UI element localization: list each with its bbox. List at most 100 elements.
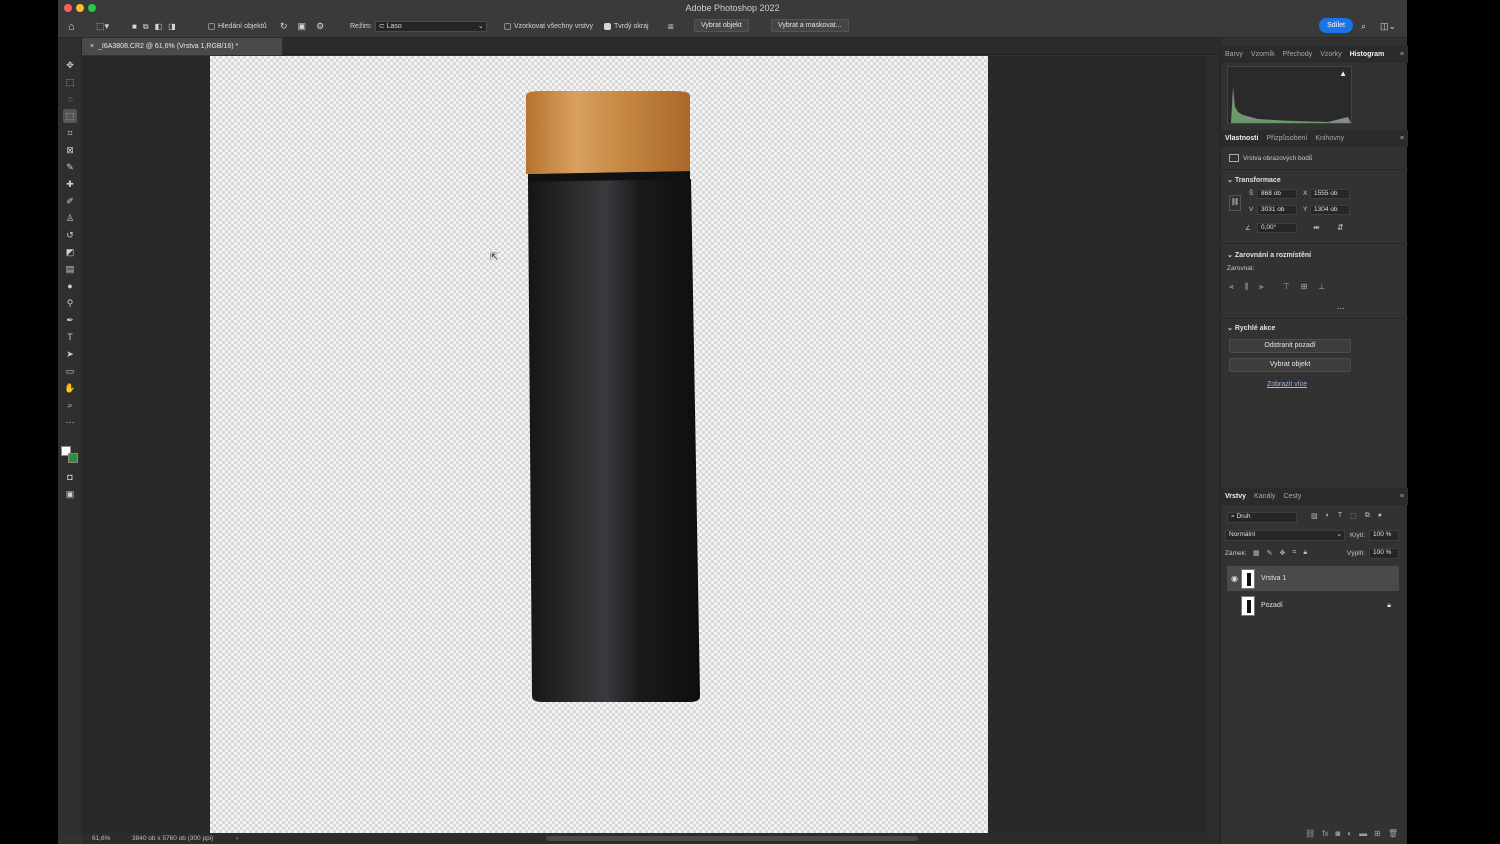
share-button[interactable]: Sdílet [1319,18,1353,33]
select-and-mask-button[interactable]: Vybrat a maskovat... [771,19,849,32]
trash-icon[interactable]: 🗑︎ [1388,829,1398,838]
width-field[interactable]: 868 ob [1257,189,1297,199]
eye-icon[interactable]: ◉ [1231,574,1238,583]
flip-vertical-icon[interactable]: ⇵ [1337,223,1344,232]
horizontal-scrollbar[interactable] [546,836,918,841]
lock-position-icon[interactable]: ✥ [1280,549,1286,557]
opacity-field[interactable]: 100 % [1369,530,1399,541]
transform-section-title[interactable]: ⌄ Transformace [1227,176,1281,184]
mode-select[interactable]: ⊂ Laso ⌄ [374,21,487,32]
layer-row[interactable]: ◉ Vrstva 1 [1227,566,1399,591]
lock-transparency-icon[interactable]: ▦ [1253,549,1260,557]
history-brush-tool-icon[interactable]: ↺ [63,228,77,242]
filter-smart-icon[interactable]: ⧉ [1365,512,1370,520]
adjustment-layer-icon[interactable]: ◐ [1347,829,1352,838]
pen-tool-icon[interactable]: ✒ [63,313,77,327]
layer-filter-select[interactable]: ⌕ Druh [1227,512,1297,523]
panel-menu-icon[interactable]: ≡ [1396,135,1408,142]
sample-all-toggle[interactable]: Vzorkovat všechny vrstvy [504,20,593,34]
home-icon[interactable]: ⌂ [68,20,75,34]
tab-vzornik[interactable]: Vzorník [1247,51,1279,58]
select-subject-panel-button[interactable]: Vybrat objekt [1229,358,1351,372]
overlay-icon[interactable]: ▣ [298,21,307,32]
zoom-tool-icon[interactable]: ⌕ [63,398,77,412]
document-tab[interactable]: × _I6A3808.CR2 @ 61,6% (Vrstva 1,RGB/16)… [82,38,282,55]
vertical-scrollbar[interactable] [1207,56,1220,833]
tab-cesty[interactable]: Cesty [1279,493,1305,500]
align-center-h-icon[interactable]: ⫼ [1245,282,1249,292]
lock-all-icon[interactable]: 🔒︎ [1303,549,1307,557]
zoom-level[interactable]: 61,6% [92,833,110,844]
align-left-icon[interactable]: ⫷ [1229,282,1234,292]
hand-tool-icon[interactable]: ✋ [63,381,77,395]
filter-toggle-icon[interactable]: ● [1378,512,1382,520]
layer-name[interactable]: Pozadí [1261,602,1283,609]
align-section-title[interactable]: ⌄ Zarovnání a rozmístění [1227,251,1311,259]
rectangle-tool-icon[interactable]: ▭ [63,364,77,378]
fill-field[interactable]: 100 % [1369,548,1399,559]
flip-horizontal-icon[interactable]: ⇹ [1313,223,1320,232]
blend-mode-select[interactable]: Normální ⌄ [1225,530,1345,541]
crop-tool-icon[interactable]: ⌗ [63,126,77,140]
frame-tool-icon[interactable]: ⊠ [63,143,77,157]
brush-tool-icon[interactable]: ✐ [63,194,77,208]
subtract-selection-icon[interactable]: ◧ [155,22,163,31]
gradient-tool-icon[interactable]: ▤ [63,262,77,276]
type-tool-icon[interactable]: T [63,330,77,344]
marquee-tool-icon[interactable]: ⬚ [63,75,77,89]
hard-edge-checkbox[interactable] [604,23,611,30]
selection-mode-icons[interactable]: ■ ⧉ ◧ ◨ [132,20,176,34]
align-right-icon[interactable]: ⫸ [1259,282,1264,292]
panel-menu-icon[interactable]: ≡ [1396,493,1408,500]
tab-barvy[interactable]: Barvy [1221,51,1247,58]
new-layer-icon[interactable]: ⊞ [1374,829,1381,838]
tab-histogram[interactable]: Histogram [1346,51,1389,58]
fx-icon[interactable]: fx [1322,829,1328,838]
y-field[interactable]: 1304 ob [1310,205,1350,215]
lock-icon[interactable]: 🔒︎ [1387,602,1391,610]
align-middle-v-icon[interactable]: ⊞ [1301,282,1308,292]
warning-icon[interactable]: ▲ [1339,69,1347,78]
find-objects-toggle[interactable]: Hledání objektů [208,20,267,34]
eraser-tool-icon[interactable]: ◩ [63,245,77,259]
close-tab-icon[interactable]: × [90,43,94,50]
close-window-button[interactable] [64,4,72,12]
dodge-tool-icon[interactable]: ⚲ [63,296,77,310]
screen-mode-icon[interactable]: ▣ [63,487,77,501]
gear-icon[interactable]: ⚙ [316,21,324,32]
remove-background-button[interactable]: Odstranit pozadí [1229,339,1351,353]
cloud-icon[interactable]: ⧈ [668,20,674,34]
panel-menu-icon[interactable]: ≡ [1396,51,1408,58]
layer-name[interactable]: Vrstva 1 [1261,575,1286,582]
quick-actions-title[interactable]: ⌄ Rychlé akce [1227,324,1275,332]
workspace-icon[interactable]: ◫⌄ [1380,20,1396,34]
tab-vlastnosti[interactable]: Vlastnosti [1221,135,1262,142]
lock-pixels-icon[interactable]: ✎ [1267,549,1273,557]
show-more-link[interactable]: Zobrazit více [1267,381,1307,388]
tab-knihovny[interactable]: Knihovny [1311,135,1348,142]
move-tool-icon[interactable]: ✥ [63,58,77,72]
layer-row[interactable]: Pozadí 🔒︎ [1227,593,1399,618]
status-menu-arrow[interactable]: › [236,833,238,844]
tab-kanaly[interactable]: Kanály [1250,493,1279,500]
filter-adjustment-icon[interactable]: ◐ [1326,512,1330,520]
lasso-tool-icon[interactable]: ◌ [63,92,77,106]
tab-prizpusobeni[interactable]: Přizpůsobení [1262,135,1311,142]
angle-field[interactable]: 0,00° [1257,223,1297,233]
quick-mask-icon[interactable]: ◘ [63,470,77,484]
align-top-icon[interactable]: ⊤ [1283,282,1290,292]
filter-type-icon[interactable]: T [1338,512,1342,520]
new-group-icon[interactable]: ▬ [1359,829,1367,838]
link-layers-icon[interactable]: ⛓ [1305,829,1315,838]
hard-edge-toggle[interactable]: Tvrdý okraj [604,20,649,34]
height-field[interactable]: 3031 ob [1257,205,1297,215]
intersect-selection-icon[interactable]: ◨ [168,22,176,31]
tab-vzorky[interactable]: Vzorky [1316,51,1345,58]
select-subject-button[interactable]: Vybrat objekt [694,19,749,32]
add-mask-icon[interactable]: ◙ [1335,829,1340,838]
maximize-window-button[interactable] [88,4,96,12]
canvas-area[interactable]: ⇱ [82,56,1207,833]
clone-stamp-tool-icon[interactable]: ♙ [63,211,77,225]
more-options-button[interactable]: ... [1337,301,1345,311]
more-tools-icon[interactable]: ⋯ [63,415,77,429]
